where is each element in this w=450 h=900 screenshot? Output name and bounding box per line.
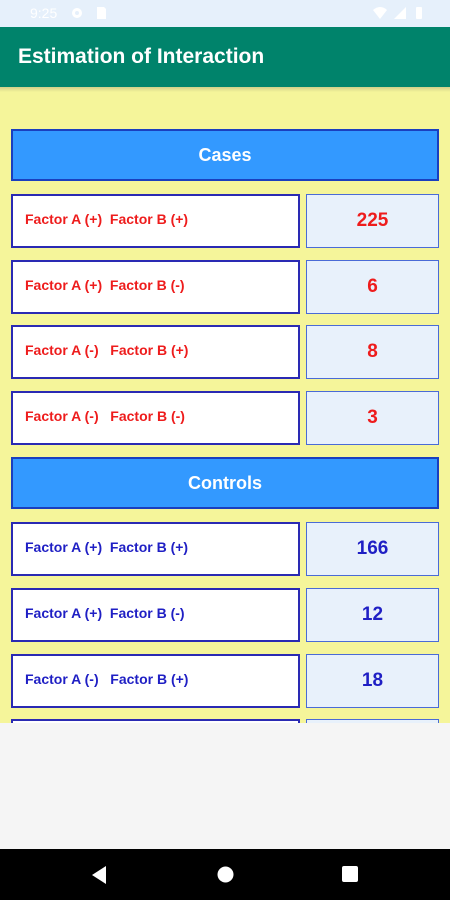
cases-row-value: 3 (367, 407, 378, 428)
status-bar: 9:25 (0, 0, 450, 27)
cases-header: Cases (11, 129, 439, 181)
gear-icon (72, 8, 82, 18)
app-bar: Estimation of Interaction (0, 27, 450, 87)
cases-row-label-text: Factor A (+) Factor B (-) (25, 277, 185, 293)
cases-row-value: 6 (367, 276, 378, 297)
cases-row-value-input-2[interactable]: 6 (306, 260, 439, 314)
controls-row-value: 12 (361, 604, 384, 625)
cases-row-label-3: Factor A (-) Factor B (+) (11, 325, 300, 379)
controls-row-value: 18 (361, 670, 384, 691)
cases-row-value-input-1[interactable]: 225 (306, 194, 439, 248)
controls-row-label-1: Factor A (+) Factor B (+) (11, 522, 300, 576)
cases-row-value: 225 (356, 210, 389, 231)
controls-row-label-text: Factor A (+) Factor B (-) (25, 605, 185, 621)
battery-icon (416, 7, 422, 19)
status-time: 9:25 (30, 5, 58, 21)
recents-icon[interactable] (342, 866, 358, 882)
wifi-icon (373, 7, 387, 19)
cases-row-value: 8 (367, 341, 378, 362)
cases-row-label-2: Factor A (+) Factor B (-) (11, 260, 300, 314)
controls-header: Controls (11, 457, 439, 509)
cases-row-value-input-3[interactable]: 8 (306, 325, 439, 379)
cases-row-label-text: Factor A (+) Factor B (+) (25, 211, 189, 227)
back-icon[interactable] (90, 865, 108, 885)
controls-row-value-input-2[interactable]: 12 (306, 588, 439, 642)
app-title: Estimation of Interaction (18, 45, 265, 68)
controls-row-value-input-1[interactable]: 166 (306, 522, 439, 576)
controls-row-label-2: Factor A (+) Factor B (-) (11, 588, 300, 642)
cases-header-label: Cases (198, 144, 252, 165)
controls-row-label-text: Factor A (-) Factor B (+) (25, 671, 189, 687)
signal-icon (394, 7, 406, 19)
sd-card-icon (97, 7, 106, 19)
empty-area (0, 723, 450, 849)
controls-header-label: Controls (188, 472, 262, 493)
controls-row-value: 166 (356, 538, 389, 559)
controls-row-label-3: Factor A (-) Factor B (+) (11, 654, 300, 708)
navigation-bar (0, 849, 450, 900)
cases-row-label-4: Factor A (-) Factor B (-) (11, 391, 300, 445)
cases-row-label-1: Factor A (+) Factor B (+) (11, 194, 300, 248)
controls-row-label-text: Factor A (+) Factor B (+) (25, 539, 189, 555)
home-icon[interactable] (217, 866, 234, 883)
controls-row-value-input-3[interactable]: 18 (306, 654, 439, 708)
content-area[interactable]: Cases Factor A (+) Factor B (+) 225 Fact… (0, 92, 450, 723)
cases-row-label-text: Factor A (-) Factor B (-) (25, 408, 185, 424)
cases-row-label-text: Factor A (-) Factor B (+) (25, 342, 189, 358)
cases-row-value-input-4[interactable]: 3 (306, 391, 439, 445)
